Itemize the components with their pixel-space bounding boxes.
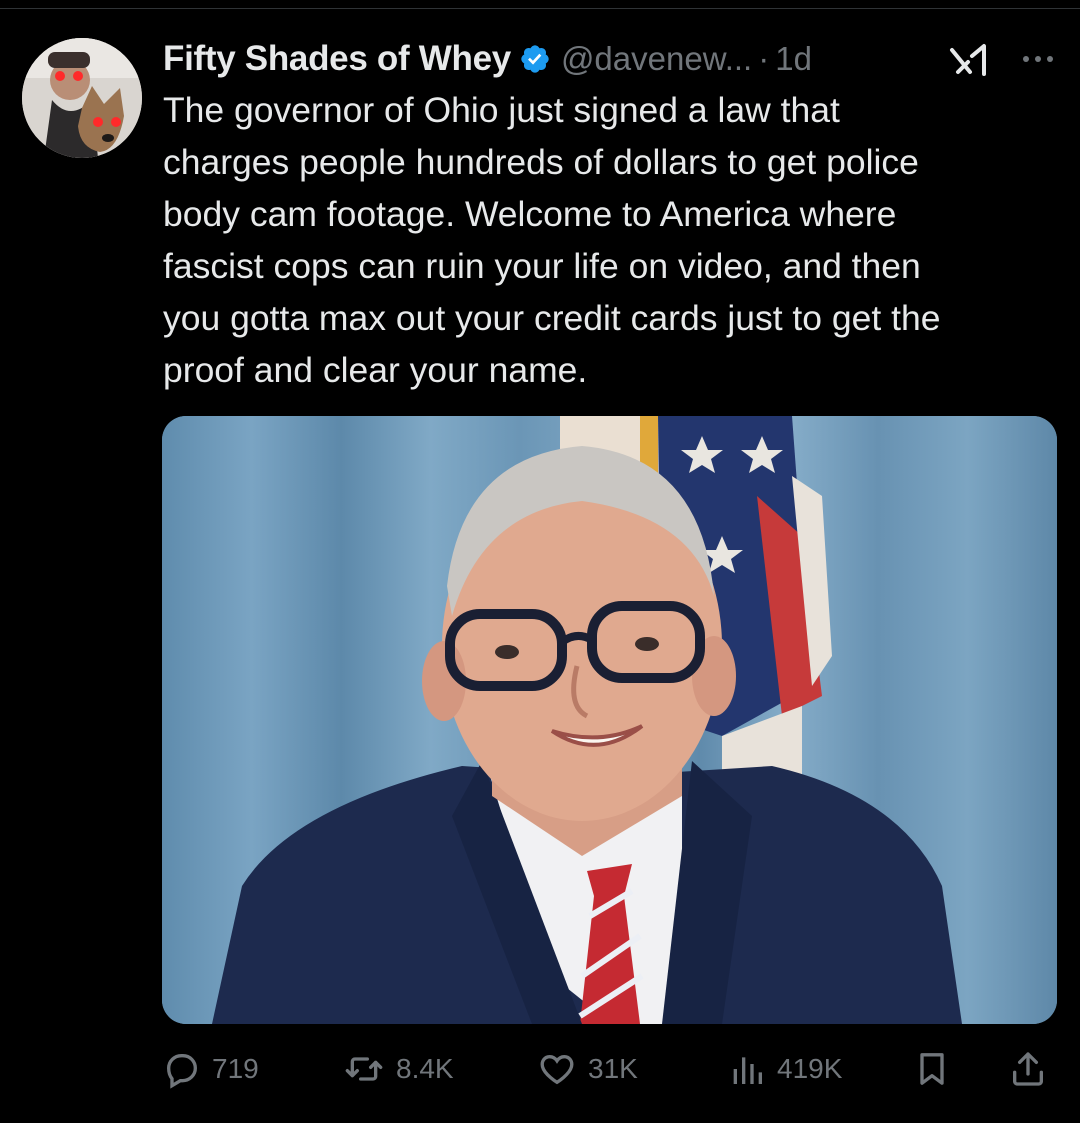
views-button[interactable]: 419K [727, 1046, 842, 1092]
repost-count: 8.4K [396, 1053, 454, 1084]
like-icon [540, 1054, 574, 1085]
share-button[interactable] [1008, 1046, 1048, 1092]
handle[interactable]: @davenew... [561, 40, 752, 78]
top-divider [0, 8, 1080, 9]
bookmark-button[interactable] [912, 1046, 952, 1092]
tweet-text: The governor of Ohio just signed a law t… [163, 90, 941, 390]
action-bar: 719 8.4K 31K 419K [162, 1046, 1057, 1092]
bookmark-icon [920, 1053, 944, 1085]
share-icon [1013, 1052, 1043, 1086]
grok-icon[interactable] [948, 42, 992, 78]
like-count: 31K [588, 1053, 638, 1084]
like-button[interactable]: 31K [536, 1046, 638, 1092]
reply-button[interactable]: 719 [162, 1046, 259, 1092]
repost-button[interactable]: 8.4K [342, 1046, 454, 1092]
avatar[interactable] [22, 38, 142, 158]
verified-badge-icon[interactable] [519, 43, 551, 75]
more-icon[interactable] [1018, 44, 1058, 74]
display-name[interactable]: Fifty Shades of Whey [163, 39, 511, 79]
repost-icon [345, 1057, 383, 1081]
views-count: 419K [777, 1053, 843, 1084]
tweet-media-image[interactable] [162, 416, 1057, 1024]
views-icon [733, 1057, 762, 1084]
separator-dot: · [758, 40, 770, 77]
timestamp[interactable]: 1d [775, 40, 812, 78]
tweet-header: Fifty Shades of Whey @davenew... · 1d [163, 34, 1063, 84]
reply-count: 719 [212, 1053, 259, 1084]
avatar-image [22, 38, 142, 158]
reply-icon [166, 1054, 198, 1089]
